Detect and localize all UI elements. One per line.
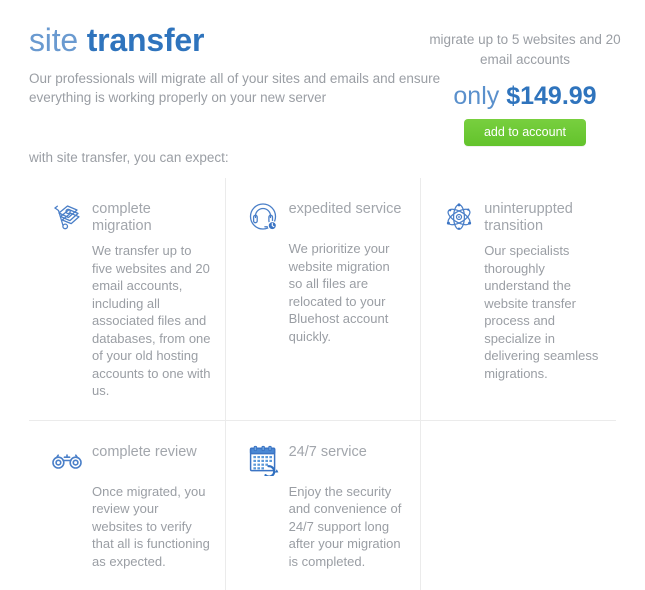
feature-card-uninterrupted-transition: uninteruppted transition Our specialists… xyxy=(420,178,616,420)
add-to-account-button[interactable]: add to account xyxy=(464,119,586,146)
price-prefix: only xyxy=(453,82,499,110)
feature-card-complete-migration: complete migration We transfer up to fiv… xyxy=(29,178,225,420)
cta-container: add to account xyxy=(427,119,623,146)
feature-body: Our specialists thoroughly understand th… xyxy=(484,242,602,382)
price-display: only $149.99 xyxy=(427,81,623,111)
features-row-top: complete migration We transfer up to fiv… xyxy=(29,178,616,420)
feature-body: Once migrated, you review your websites … xyxy=(92,483,211,571)
feature-title: complete migration xyxy=(92,200,211,235)
feature-body: We prioritize your website migration so … xyxy=(289,240,407,345)
feature-header: uninteruppted transition xyxy=(443,200,602,235)
features-grid: complete migration We transfer up to fiv… xyxy=(29,178,616,590)
page-header: site transfer Our professionals will mig… xyxy=(0,0,645,170)
feature-title: complete review xyxy=(92,443,197,461)
feature-title: 24/7 service xyxy=(289,443,367,461)
feature-header: 24/7 service xyxy=(248,443,407,476)
hand-truck-boxes-icon xyxy=(51,201,83,233)
feature-card-empty xyxy=(420,421,616,590)
feature-card-24-7-service: 24/7 service Enjoy the security and conv… xyxy=(225,421,421,590)
features-row-bottom: complete review Once migrated, you revie… xyxy=(29,420,616,590)
header-offer-block: migrate up to 5 websites and 20 email ac… xyxy=(427,30,623,146)
atom-icon xyxy=(443,201,475,233)
binoculars-icon xyxy=(51,444,83,476)
feature-body: We transfer up to five websites and 20 e… xyxy=(92,242,211,400)
feature-header: complete review xyxy=(51,443,211,476)
feature-title: expedited service xyxy=(289,200,402,218)
feature-header: complete migration xyxy=(51,200,211,235)
feature-header: expedited service xyxy=(248,200,407,233)
expect-label: with site transfer, you can expect: xyxy=(29,148,229,167)
price-amount: $149.99 xyxy=(506,82,596,110)
headset-clock-icon xyxy=(248,201,280,233)
feature-card-complete-review: complete review Once migrated, you revie… xyxy=(29,421,225,590)
page-title-light: site xyxy=(29,22,78,58)
feature-title: uninteruppted transition xyxy=(484,200,602,235)
feature-body: Enjoy the security and convenience of 24… xyxy=(289,483,407,571)
feature-card-expedited-service: expedited service We prioritize your web… xyxy=(225,178,421,420)
page-title: site transfer xyxy=(29,20,479,60)
page-title-bold: transfer xyxy=(87,22,205,58)
header-left-block: site transfer Our professionals will mig… xyxy=(29,20,479,107)
page-subheading: Our professionals will migrate all of yo… xyxy=(29,69,461,107)
calendar-refresh-icon xyxy=(248,444,280,476)
offer-description: migrate up to 5 websites and 20 email ac… xyxy=(427,30,623,70)
